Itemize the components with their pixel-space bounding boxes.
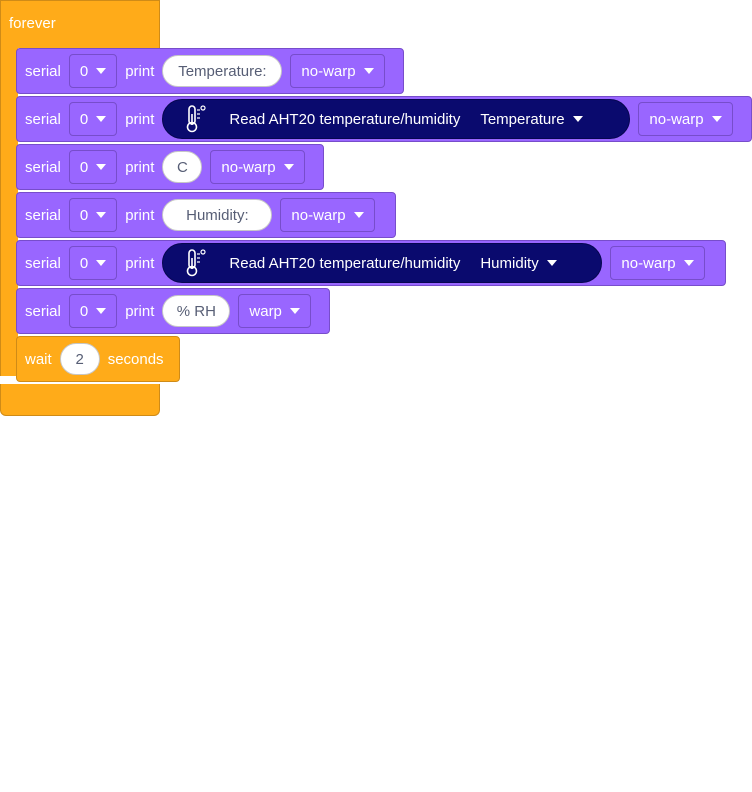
wait-unit: seconds <box>107 350 164 368</box>
serial-print-block[interactable]: serial 0 print % RH warp <box>16 288 330 334</box>
port-value: 0 <box>79 110 89 128</box>
chevron-down-icon <box>683 260 694 266</box>
serial-keyword: serial <box>25 158 61 176</box>
serial-print-block[interactable]: serial 0 print Humidity: no-warp <box>16 192 396 238</box>
serial-print-block[interactable]: serial 0 print C no-warp <box>16 144 324 190</box>
warp-dropdown[interactable]: no-warp <box>280 198 375 232</box>
aht20-reporter[interactable]: Read AHT20 temperature/humidity Humidity <box>162 243 603 283</box>
chevron-down-icon <box>353 212 364 218</box>
wait-keyword: wait <box>25 350 52 368</box>
chevron-down-icon <box>96 308 107 314</box>
chevron-down-icon <box>711 116 722 122</box>
forever-label: forever <box>9 15 56 32</box>
serial-keyword: serial <box>25 206 61 224</box>
warp-dropdown[interactable]: warp <box>238 294 311 328</box>
text-input[interactable]: Humidity: <box>162 199 273 231</box>
chevron-down-icon <box>96 68 107 74</box>
warp-value: no-warp <box>291 206 346 224</box>
port-value: 0 <box>79 62 89 80</box>
measure-dropdown[interactable]: Humidity <box>472 246 564 280</box>
chevron-down-icon <box>289 308 300 314</box>
warp-value: warp <box>249 302 282 320</box>
warp-dropdown[interactable]: no-warp <box>210 150 305 184</box>
port-dropdown[interactable]: 0 <box>68 294 118 328</box>
port-value: 0 <box>79 302 89 320</box>
chevron-down-icon <box>96 116 107 122</box>
text-input[interactable]: Temperature: <box>162 55 283 87</box>
forever-block-end[interactable] <box>0 384 160 790</box>
text-input[interactable]: C <box>162 151 203 183</box>
port-value: 0 <box>79 254 89 272</box>
print-keyword: print <box>125 158 155 176</box>
serial-keyword: serial <box>25 62 61 80</box>
reporter-label: Read AHT20 temperature/humidity <box>229 254 461 272</box>
warp-value: no-warp <box>621 254 676 272</box>
chevron-down-icon <box>546 260 557 266</box>
port-dropdown[interactable]: 0 <box>68 54 118 88</box>
port-dropdown[interactable]: 0 <box>68 246 118 280</box>
warp-value: no-warp <box>301 62 356 80</box>
chevron-down-icon <box>572 116 583 122</box>
aht20-reporter[interactable]: Read AHT20 temperature/humidity Temperat… <box>162 99 631 139</box>
loop-arrow-icon <box>137 777 153 790</box>
print-keyword: print <box>125 302 155 320</box>
serial-print-block[interactable]: serial 0 print Temperature: no-warp <box>16 48 404 94</box>
port-value: 0 <box>79 206 89 224</box>
port-value: 0 <box>79 158 89 176</box>
print-keyword: print <box>125 254 155 272</box>
warp-dropdown[interactable]: no-warp <box>638 102 733 136</box>
forever-block[interactable]: forever <box>0 0 160 48</box>
print-keyword: print <box>125 206 155 224</box>
script-canvas: forever serial 0 print Temperature: no-w… <box>0 0 752 790</box>
chevron-down-icon <box>363 68 374 74</box>
chevron-down-icon <box>96 212 107 218</box>
wait-block[interactable]: wait 2 seconds <box>16 336 180 382</box>
print-keyword: print <box>125 110 155 128</box>
serial-keyword: serial <box>25 110 61 128</box>
serial-keyword: serial <box>25 254 61 272</box>
serial-keyword: serial <box>25 302 61 320</box>
thermometer-icon <box>187 105 206 133</box>
warp-dropdown[interactable]: no-warp <box>290 54 385 88</box>
port-dropdown[interactable]: 0 <box>68 102 118 136</box>
serial-print-block[interactable]: serial 0 print Read AHT20 temperature/hu… <box>16 96 752 142</box>
chevron-down-icon <box>283 164 294 170</box>
port-dropdown[interactable]: 0 <box>68 198 118 232</box>
warp-value: no-warp <box>221 158 276 176</box>
port-dropdown[interactable]: 0 <box>68 150 118 184</box>
print-keyword: print <box>125 62 155 80</box>
measure-value: Humidity <box>480 254 539 272</box>
chevron-down-icon <box>96 164 107 170</box>
wait-seconds-input[interactable]: 2 <box>59 343 100 375</box>
thermometer-icon <box>187 249 206 277</box>
chevron-down-icon <box>96 260 107 266</box>
measure-dropdown[interactable]: Temperature <box>472 102 590 136</box>
warp-dropdown[interactable]: no-warp <box>610 246 705 280</box>
measure-value: Temperature <box>480 110 565 128</box>
serial-print-block[interactable]: serial 0 print Read AHT20 temperature/hu… <box>16 240 726 286</box>
text-input[interactable]: % RH <box>162 295 231 327</box>
warp-value: no-warp <box>649 110 704 128</box>
reporter-label: Read AHT20 temperature/humidity <box>229 110 461 128</box>
